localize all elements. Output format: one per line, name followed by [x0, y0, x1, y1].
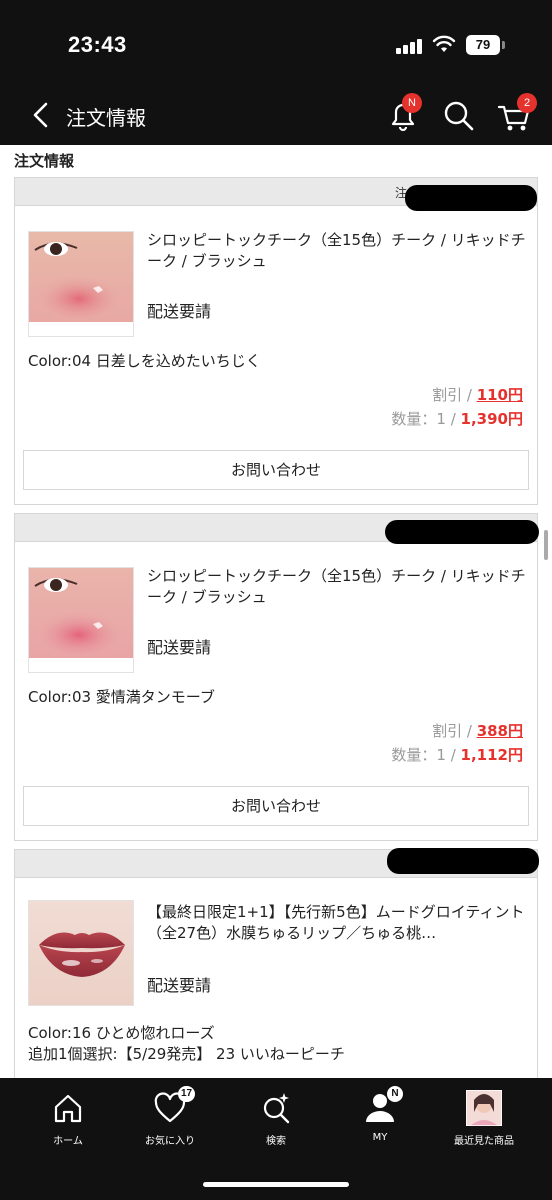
quantity-price-row: 数量：1 / 1,112円: [391, 744, 523, 765]
discount-row: 割引 / 110円: [432, 384, 523, 405]
wifi-icon: [432, 35, 456, 52]
delivery-status: 配送要請: [147, 976, 212, 995]
order-card-header: [15, 514, 539, 544]
product-name[interactable]: シロッピートックチーク（全15色）チーク / リキッドチーク / ブラッシュ: [147, 230, 527, 272]
quantity-label: 数量：1 /: [391, 410, 461, 428]
home-icon: [54, 1094, 82, 1123]
scrollbar[interactable]: [544, 530, 548, 560]
recent-product-thumbnail: [466, 1090, 502, 1126]
order-card-header: 注: [15, 178, 537, 211]
redaction-mark: [385, 520, 539, 544]
status-bar: 23:43 79: [0, 0, 552, 85]
battery-nub: [502, 41, 505, 49]
item-price: 1,390円: [460, 410, 523, 428]
tab-my[interactable]: N MY: [332, 1086, 428, 1152]
page-title: 注文情報: [66, 106, 146, 130]
quantity-label: 数量：1 /: [391, 746, 461, 764]
delivery-status: 配送要請: [147, 638, 212, 657]
product-option: Color:03 愛情満タンモーブ: [28, 688, 215, 706]
nav-bar: 注文情報 N 2: [0, 85, 552, 145]
quantity-price-row: 数量：1 / 1,390円: [391, 408, 523, 429]
product-option: Color:16 ひとめ惚れローズ: [28, 1024, 215, 1042]
product-name[interactable]: 【最終日限定1+1】【先行新5色】ムードグロイティント（全27色）水膜ちゅるリッ…: [147, 902, 527, 944]
discount-row: 割引 / 388円: [432, 720, 523, 741]
product-thumbnail[interactable]: [28, 567, 134, 673]
battery-icon: 79: [466, 35, 500, 55]
tab-search[interactable]: 検索: [228, 1090, 324, 1152]
discount-value[interactable]: 110円: [477, 386, 523, 404]
tab-label: MY: [372, 1132, 388, 1143]
product-option: Color:04 日差しを込めたいちじく: [28, 352, 261, 370]
delivery-status: 配送要請: [147, 302, 212, 321]
tab-label: ホーム: [53, 1136, 83, 1147]
status-time: 23:43: [68, 32, 127, 57]
tab-label: お気に入り: [145, 1136, 195, 1147]
redaction-mark: [405, 185, 537, 211]
cart-badge: 2: [517, 93, 537, 113]
my-new-badge: N: [387, 1086, 403, 1102]
section-heading: 注文情報: [14, 152, 75, 170]
order-content: 注文情報 注 シロッピートックチーク（全15色）チーク / リキッドチーク / …: [0, 145, 552, 1078]
item-price: 1,112円: [460, 746, 523, 764]
tab-home[interactable]: ホーム: [20, 1090, 116, 1152]
order-card: シロッピートックチーク（全15色）チーク / リキッドチーク / ブラッシュ 配…: [14, 513, 539, 841]
order-card: 注 シロッピートックチーク（全15色）チーク / リキッドチーク / ブラッシュ…: [14, 177, 538, 505]
product-additional-option: 追加1個選択:【5/29発売】 23 いいねーピーチ: [28, 1045, 345, 1063]
discount-label: 割引 /: [432, 722, 477, 740]
product-thumbnail[interactable]: [28, 900, 134, 1006]
product-thumbnail[interactable]: [28, 231, 134, 337]
order-card-header: [15, 848, 539, 878]
inquiry-button[interactable]: お問い合わせ: [23, 786, 529, 826]
back-arrow-icon[interactable]: [26, 99, 56, 131]
discount-value[interactable]: 388円: [477, 722, 523, 740]
search-icon[interactable]: [440, 97, 478, 135]
order-card: 【最終日限定1+1】【先行新5色】ムードグロイティント（全27色）水膜ちゅるリッ…: [14, 848, 539, 1078]
tab-recently-viewed[interactable]: 最近見た商品: [436, 1090, 532, 1152]
cellular-signal-icon: [396, 38, 424, 54]
product-name[interactable]: シロッピートックチーク（全15色）チーク / リキッドチーク / ブラッシュ: [147, 566, 527, 608]
notification-badge: N: [402, 93, 422, 113]
notification-button[interactable]: N: [383, 93, 423, 135]
inquiry-button[interactable]: お問い合わせ: [23, 450, 529, 490]
tab-label: 最近見た商品: [454, 1136, 514, 1147]
discount-label: 割引 /: [432, 386, 477, 404]
favorites-count-badge: 17: [178, 1086, 196, 1102]
tab-favorites[interactable]: 17 お気に入り: [122, 1086, 218, 1152]
bottom-tab-bar: ホーム 17 お気に入り 検索 N MY 最近見た商品: [0, 1078, 552, 1200]
home-indicator: [203, 1182, 349, 1187]
search-sparkle-icon: [263, 1093, 290, 1124]
tab-label: 検索: [266, 1136, 286, 1147]
redaction-mark: [387, 848, 539, 874]
cart-button[interactable]: 2: [495, 93, 537, 135]
